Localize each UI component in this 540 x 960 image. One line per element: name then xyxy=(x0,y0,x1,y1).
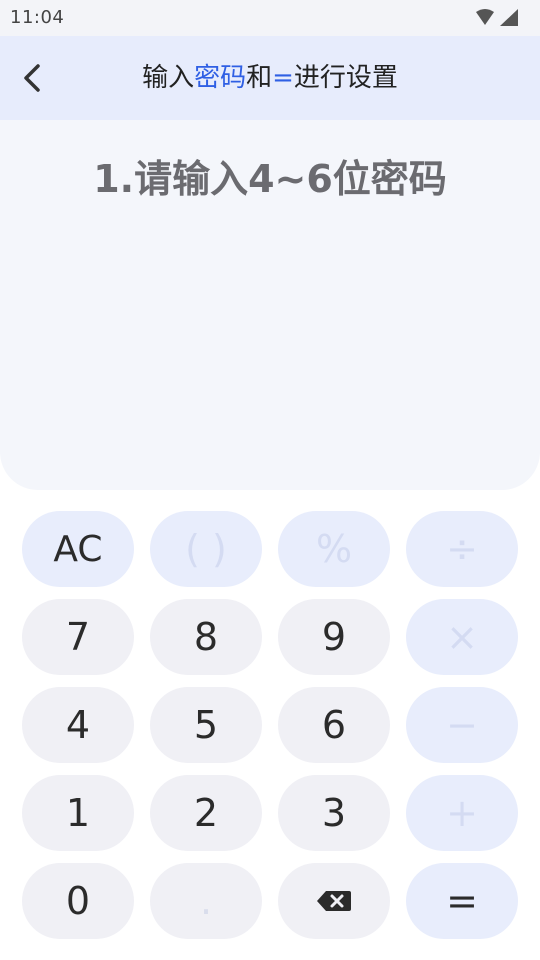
header: 输入密码和=进行设置 xyxy=(0,36,540,120)
digit-6-button[interactable]: 6 xyxy=(278,687,390,763)
percent-button[interactable]: % xyxy=(278,511,390,587)
status-time: 11:04 xyxy=(10,7,65,28)
divide-button[interactable]: ÷ xyxy=(406,511,518,587)
digit-8-button[interactable]: 8 xyxy=(150,599,262,675)
ac-button[interactable]: AC xyxy=(22,511,134,587)
minus-button[interactable]: − xyxy=(406,687,518,763)
digit-0-button[interactable]: 0 xyxy=(22,863,134,939)
title-part-setup: 进行设置 xyxy=(293,63,398,93)
status-bar: 11:04 xyxy=(0,0,540,36)
digit-2-button[interactable]: 2 xyxy=(150,775,262,851)
title-part-enter: 输入 xyxy=(142,63,195,93)
decimal-point-button[interactable]: . xyxy=(150,863,262,939)
digit-7-button[interactable]: 7 xyxy=(22,599,134,675)
status-icons xyxy=(476,9,518,26)
plus-button[interactable]: + xyxy=(406,775,518,851)
backspace-icon xyxy=(317,891,351,911)
cellular-signal-icon xyxy=(500,9,518,26)
multiply-button[interactable]: × xyxy=(406,599,518,675)
page-title: 输入密码和=进行设置 xyxy=(0,36,540,120)
backspace-button[interactable] xyxy=(278,863,390,939)
title-part-password: 密码 xyxy=(194,63,247,93)
digit-1-button[interactable]: 1 xyxy=(22,775,134,851)
parentheses-button[interactable]: ( ) xyxy=(150,511,262,587)
display-panel: 1.请输入4~6位密码 xyxy=(0,120,540,490)
digit-3-button[interactable]: 3 xyxy=(278,775,390,851)
digit-4-button[interactable]: 4 xyxy=(22,687,134,763)
title-part-equals: = xyxy=(272,63,294,93)
digit-5-button[interactable]: 5 xyxy=(150,687,262,763)
digit-9-button[interactable]: 9 xyxy=(278,599,390,675)
title-part-and: 和 xyxy=(246,63,273,93)
password-prompt: 1.请输入4~6位密码 xyxy=(93,157,447,201)
equals-button[interactable]: = xyxy=(406,863,518,939)
wifi-icon xyxy=(476,9,494,25)
